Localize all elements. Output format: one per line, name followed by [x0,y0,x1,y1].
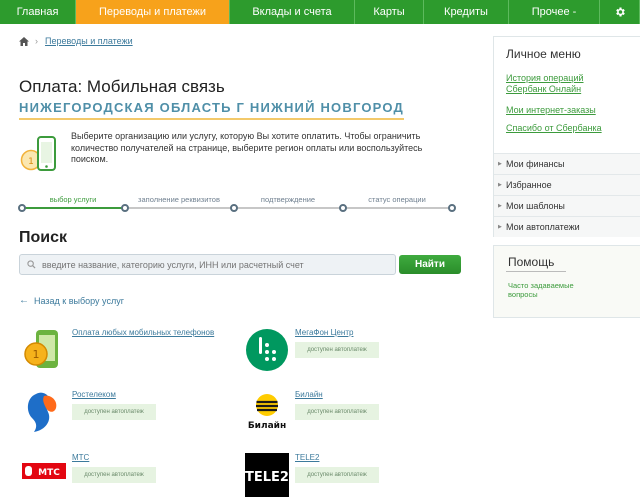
provider-name[interactable]: МТС [72,453,89,462]
nav-item-other[interactable]: Прочее - [509,0,600,24]
svg-text:TELE2: TELE2 [245,470,289,485]
menu-group-label: Мои финансы [506,159,565,169]
link-internet-orders[interactable]: Мои интернет-заказы [506,105,596,116]
svg-text:1: 1 [28,157,34,167]
link-operation-history[interactable]: История операций Сбербанк Онлайн [506,73,626,95]
step-label-status: статус операции [368,195,426,204]
step-dot [121,204,129,212]
triangle-right-icon: ▶ [498,203,502,209]
beeline-logo: Билайн [248,394,286,431]
page-title: Оплата: Мобильная связь [19,77,225,96]
step-dot [339,204,347,212]
provider-mts[interactable]: МТС МТС доступен автоплатеж [22,453,242,495]
provider-name[interactable]: Билайн [295,390,323,399]
menu-group-favorites[interactable]: ▶ Избранное [494,174,640,195]
settings-button[interactable] [600,0,640,24]
svg-text:Билайн: Билайн [248,421,286,431]
provider-any-mobile[interactable]: 1 Оплата любых мобильных телефонов [22,328,242,374]
step-dot [230,204,238,212]
svg-text:1: 1 [33,348,40,361]
nav-item-credits[interactable]: Кредиты [424,0,509,24]
rostelecom-logo [27,392,57,432]
region-selector[interactable]: НИЖЕГОРОДСКАЯ ОБЛАСТЬ Г НИЖНИЙ НОВГОРОД [19,100,404,120]
autopay-badge: доступен автоплатеж [72,404,156,420]
triangle-right-icon: ▶ [498,224,502,230]
link-spasibo[interactable]: Спасибо от Сбербанка [506,123,602,134]
personal-menu-title: Личное меню [506,47,581,61]
nav-item-home[interactable]: Главная [0,0,76,24]
menu-group-label: Избранное [506,180,552,190]
step-label-confirm: подтверждение [260,195,316,204]
mts-logo: МТС [22,463,66,479]
breadcrumb: › Переводы и платежи [19,36,133,46]
help-panel: Помощь Часто задаваемые вопросы [493,245,640,318]
find-button[interactable]: Найти [399,255,461,274]
provider-tele2[interactable]: TELE2 TELE2 доступен автоплатеж [245,453,435,497]
svg-text:МТС: МТС [38,468,60,478]
megafon-logo [246,329,288,371]
back-link-label: Назад к выбору услуг [34,295,124,306]
provider-rostelecom[interactable]: Ростелеком доступен автоплатеж [22,390,242,436]
step-dot [448,204,456,212]
instructions-text: Выберите организацию или услугу, которую… [71,131,423,164]
search-input[interactable] [42,256,392,273]
search-heading: Поиск [19,229,68,246]
home-icon[interactable] [19,36,29,46]
search-field[interactable] [19,254,396,275]
autopay-badge: доступен автоплатеж [295,404,379,420]
provider-name[interactable]: TELE2 [295,453,319,462]
gear-icon [615,7,625,17]
step-label-fill-details: заполнение реквизитов [138,195,220,204]
breadcrumb-transfers-link[interactable]: Переводы и платежи [45,36,133,46]
nav-item-transfers[interactable]: Переводы и платежи [76,0,230,24]
tele2-logo: TELE2 [245,453,289,497]
provider-name[interactable]: Ростелеком [72,390,116,399]
breadcrumb-separator: › [35,36,38,46]
menu-group-label: Мои шаблоны [506,201,565,211]
menu-group-finances[interactable]: ▶ Мои финансы [494,153,640,174]
step-dot [18,204,26,212]
autopay-badge: доступен автоплатеж [72,467,156,483]
provider-beeline[interactable]: Билайн Билайн доступен автоплатеж [245,390,435,436]
nav-item-deposits[interactable]: Вклады и счета [230,0,355,24]
triangle-right-icon: ▶ [498,161,502,167]
help-title: Помощь [505,255,567,272]
back-to-services-link[interactable]: ← Назад к выбору услуг [19,295,124,306]
menu-group-label: Мои автоплатежи [506,222,580,232]
autopay-badge: доступен автоплатеж [295,467,379,483]
step-label-select-service: выбор услуги [49,195,97,204]
provider-name[interactable]: Оплата любых мобильных телефонов [72,328,214,337]
coin-phone-icon: 1 [24,330,58,368]
menu-group-autopayments[interactable]: ▶ Мои автоплатежи [494,216,640,237]
triangle-right-icon: ▶ [498,182,502,188]
menu-group-templates[interactable]: ▶ Мои шаблоны [494,195,640,216]
personal-menu: Личное меню История операций Сбербанк Он… [493,36,640,237]
search-icon [27,260,36,269]
nav-item-cards[interactable]: Карты [355,0,424,24]
arrow-left-icon: ← [19,295,29,306]
provider-name[interactable]: МегаФон Центр [295,328,353,337]
faq-link[interactable]: Часто задаваемые вопросы [508,281,588,299]
autopay-badge: доступен автоплатеж [295,342,379,358]
provider-megafon[interactable]: МегаФон Центр доступен автоплатеж [245,328,435,374]
mobile-phone-icon: 1 [20,136,56,171]
top-navigation: Главная Переводы и платежи Вклады и счет… [0,0,640,24]
